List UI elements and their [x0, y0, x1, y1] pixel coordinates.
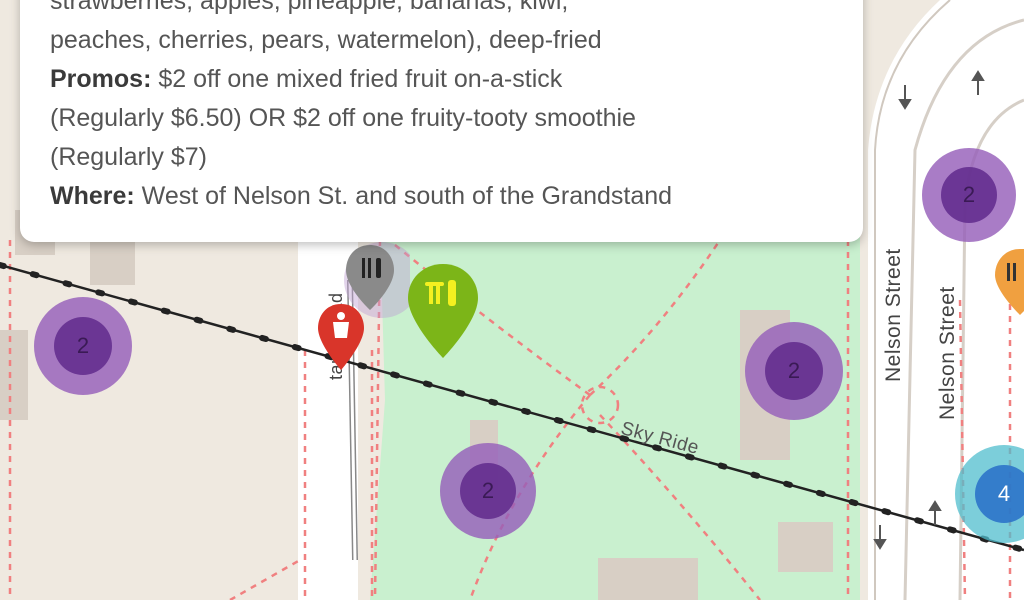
- cluster-count: 4: [975, 465, 1024, 523]
- callout-ingredients-line: strawberries, apples, pineapple, bananas…: [50, 0, 569, 15]
- first-aid-pin-icon[interactable]: [313, 300, 369, 375]
- cluster-count: 2: [941, 167, 997, 223]
- promos-label: Promos:: [50, 65, 152, 93]
- callout-where-line: Where: West of Nelson St. and south of t…: [50, 177, 840, 216]
- where-text: West of Nelson St. and south of the Gran…: [134, 182, 673, 210]
- map-view[interactable]: Nelson Street Nelson Street tand Road Sk…: [0, 0, 1024, 600]
- cluster-marker[interactable]: 2: [745, 322, 843, 420]
- street-label-nelson: Nelson Street: [936, 286, 959, 420]
- callout-content: strawberries, apples, pineapple, bananas…: [50, 0, 840, 216]
- cluster-marker[interactable]: 2: [34, 297, 132, 395]
- cluster-marker[interactable]: 2: [922, 148, 1016, 242]
- cluster-count: 2: [54, 317, 112, 375]
- promos-text: $2 off one mixed fried fruit on-a-stick: [151, 65, 563, 93]
- where-label: Where:: [50, 182, 135, 210]
- cluster-count: 2: [765, 342, 823, 400]
- cluster-count: 2: [460, 463, 516, 519]
- callout-ingredients-line: peaches, cherries, pears, watermelon), d…: [50, 26, 602, 54]
- callout-promos-line: Promos: $2 off one mixed fried fruit on-…: [50, 60, 840, 99]
- callout-promos-line: (Regularly $6.50) OR $2 off one fruity-t…: [50, 104, 636, 132]
- cluster-marker[interactable]: 2: [440, 443, 536, 539]
- street-label-nelson: Nelson Street: [882, 248, 905, 382]
- callout-promos-line: (Regularly $7): [50, 143, 208, 171]
- food-pin-icon[interactable]: [985, 245, 1024, 325]
- selected-food-pin-icon[interactable]: [405, 262, 481, 362]
